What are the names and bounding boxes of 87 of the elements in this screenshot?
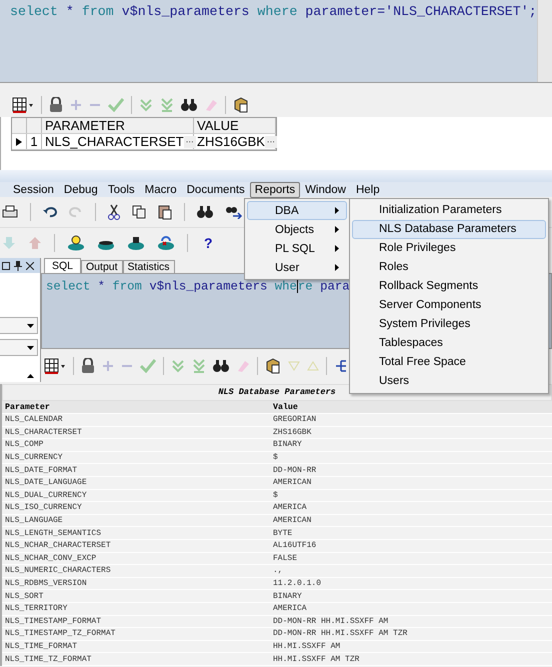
table-cell-text: AMERICA [272,604,307,614]
table-cell-text: NLS_NCHAR_CHARACTERSET [4,541,112,550]
table-cell-text: NLS_DATE_LANGUAGE [4,478,88,488]
table-cell-text: NLS_DUAL_CURRENCY [4,490,88,500]
menu-item[interactable]: Server Components [352,296,546,315]
table-cell-text: NLS_RDBMS_VERSION [4,579,88,588]
table-cell-text: NLS_DATE_FORMAT [4,466,78,475]
table-cell-text: NLS_CURRENCY [4,453,64,462]
row-number: 1 [27,134,42,149]
table-cell-text: DD-MON-RR HH.MI.SSXFF AM [272,616,388,626]
menu-item[interactable]: Documents [182,182,250,198]
menu-item[interactable]: Objects [247,220,347,239]
table-cell-text: HH.MI.SSXFF AM TZR [272,654,360,664]
column-header[interactable]: VALUE [194,118,276,133]
table-cell-text: NLS_LANGUAGE [4,516,64,526]
tab[interactable]: SQL [44,258,82,273]
menu-item[interactable]: Rollback Segments [352,277,546,296]
table-cell-text: DD-MON-RR HH.MI.SSXFF AM TZR [272,629,408,638]
table-cell-text: NLS_LENGTH_SEMANTICS [4,528,102,538]
table-cell-text: BINARY [272,440,302,450]
table-cell-text: $ [272,490,278,500]
menu-item[interactable]: Help [350,182,385,198]
menu-item[interactable]: DBA [247,201,347,220]
menu-item[interactable]: PL SQL [247,239,347,258]
table-cell: NLS_CHARACTERSET [45,134,184,149]
table-cell-text: NLS_CALENDAR [4,415,64,424]
menu-item[interactable]: NLS Database Parameters [352,220,546,239]
code-token: whe [274,279,297,294]
table-cell-text: NLS_NUMERIC_CHARACTERS [4,566,112,576]
table-cell-text: NLS_TERRITORY [4,604,68,614]
table-cell-text: ZHS16GBK [272,428,312,437]
menu-item[interactable]: Debug [58,182,103,198]
table-cell-text: BINARY [272,592,302,601]
code-token: v$nls_parameters [120,4,250,19]
menu-item[interactable]: Role Privileges [352,239,546,258]
tab[interactable]: Output [81,260,123,273]
column-header: Parameter [4,402,51,412]
help-button[interactable]: ? [200,235,217,251]
table-cell-text: $ [272,453,278,462]
menu-item[interactable]: Macro [140,182,182,198]
table-cell-text: AL16UTF16 [272,541,316,550]
code-token: from [112,279,142,294]
table-cell-text: NLS_CHARACTERSET [4,428,83,437]
code-token: select [46,279,90,294]
table-cell-text: BYTE [272,528,292,538]
table-cell-text: ., [272,566,283,576]
table-cell-text: NLS_NCHAR_CONV_EXCP [4,554,98,563]
code-token: * [64,4,75,19]
table-cell-text: NLS_TIMESTAMP_FORMAT [4,616,102,626]
table-cell-text: NLS_SORT [4,592,44,601]
code-token: para [319,279,350,294]
table-cell-text: NLS_TIME_FORMAT [4,642,78,651]
table-cell-text: NLS_COMP [4,440,44,450]
menu-item[interactable]: Window [300,182,351,198]
table-cell: ZHS16GBK [197,134,265,149]
menu-item[interactable]: System Privileges [352,315,546,334]
more-button[interactable]: ··· [184,136,196,148]
table-cell-text: FALSE [272,554,298,563]
code-token: where [257,4,298,19]
table-cell-text: NLS_TIMESTAMP_TZ_FORMAT [4,629,116,638]
tab[interactable]: Statistics [122,260,175,273]
code-token: from [82,4,114,19]
code-token: parameter= [304,4,386,19]
table-cell-text: 11.2.0.1.0 [272,579,322,588]
code-token: re [298,279,313,294]
sql-editor[interactable]: select * from v$nls_parameters where parameter='NLS_CHARACTERSET'; [0,0,552,83]
code-token: 'NLS_CHARACTERSET' [385,4,529,19]
column-header: Value [272,402,298,412]
column-header[interactable]: PARAMETER [42,118,194,133]
menu-item[interactable]: Tools [102,182,140,198]
table-cell-text: DD-MON-RR [272,466,316,475]
table-cell-text: GREGORIAN [272,415,316,424]
table-cell-text: NLS_ISO_CURRENCY [4,503,83,512]
menu-item[interactable]: Initialization Parameters [352,201,546,220]
table-cell-text: AMERICAN [272,478,312,488]
table-cell-text: AMERICAN [272,516,312,526]
table-cell-text: HH.MI.SSXFF AM [272,642,340,651]
menu-item[interactable]: Session [8,182,59,198]
code-token: v$nls_parameters [148,279,268,294]
code-token: * [96,279,106,294]
menu-item[interactable]: Reports [250,182,300,198]
table-cell-text: NLS_TIME_TZ_FORMAT [4,654,92,664]
more-button[interactable]: ··· [264,136,277,148]
code-token: select [10,4,58,19]
table-cell-text: AMERICA [272,503,307,512]
menu-item[interactable]: Total Free Space [352,353,546,372]
code-token: ; [528,4,537,19]
